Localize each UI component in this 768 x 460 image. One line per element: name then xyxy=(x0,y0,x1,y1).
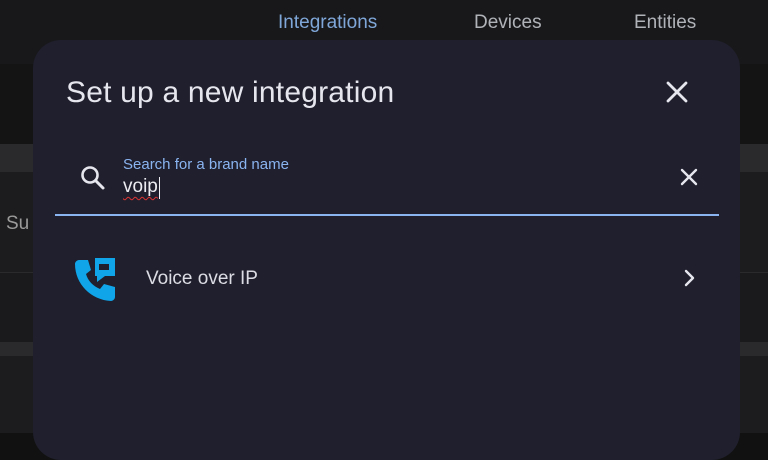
tab-entities[interactable]: Entities xyxy=(634,12,696,34)
search-field[interactable]: Search for a brand name voip xyxy=(55,140,719,216)
search-input[interactable]: voip xyxy=(123,176,158,198)
add-integration-dialog: Set up a new integration Search for a br… xyxy=(33,40,740,460)
search-underline xyxy=(55,214,719,216)
close-icon xyxy=(666,81,688,103)
result-item-voice-over-ip[interactable]: Voice over IP xyxy=(55,240,719,320)
tab-integrations[interactable]: Integrations xyxy=(278,12,377,34)
text-caret xyxy=(159,177,160,199)
result-label: Voice over IP xyxy=(146,268,258,289)
close-button[interactable] xyxy=(662,77,692,107)
dialog-title: Set up a new integration xyxy=(66,76,395,109)
chevron-right-icon xyxy=(684,269,695,287)
search-label: Search for a brand name xyxy=(123,156,289,173)
voip-phone-icon xyxy=(75,258,115,301)
search-icon xyxy=(81,166,105,190)
background-partial-text: Su xyxy=(6,213,30,234)
tab-devices[interactable]: Devices xyxy=(474,12,542,34)
clear-search-button[interactable] xyxy=(677,165,701,189)
clear-icon xyxy=(680,168,698,186)
